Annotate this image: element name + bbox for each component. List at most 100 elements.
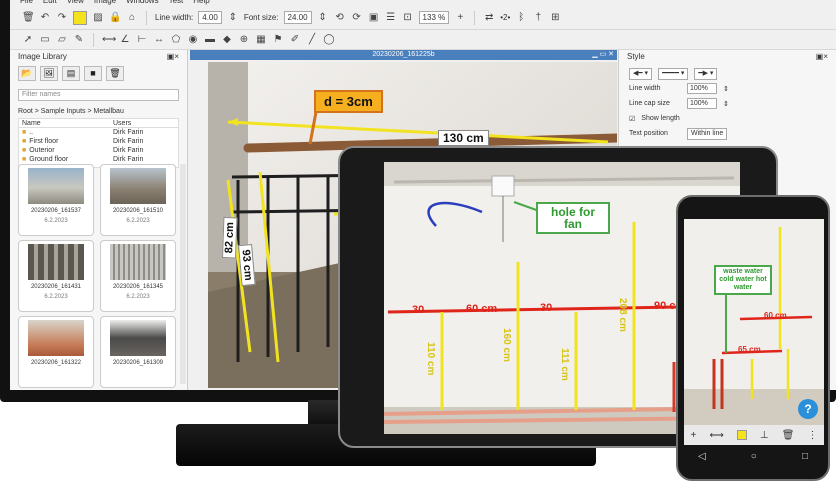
- no-fill-icon[interactable]: ▨: [92, 12, 104, 24]
- layer-indicator[interactable]: •2•: [500, 13, 510, 22]
- pencil-icon[interactable]: ✐: [289, 34, 301, 46]
- col-name-header[interactable]: Name: [19, 119, 113, 127]
- home-icon[interactable]: ○: [751, 451, 757, 462]
- dim-30-mid[interactable]: 30: [540, 302, 552, 314]
- undo-icon[interactable]: ↶: [39, 12, 51, 24]
- grid-icon[interactable]: ⊞: [549, 12, 561, 24]
- lock-icon[interactable]: 🔒: [109, 12, 121, 24]
- pin-icon[interactable]: †: [532, 12, 544, 24]
- measure-line-icon[interactable]: ⟷: [102, 34, 116, 46]
- zoom-fit-icon[interactable]: ⊡: [402, 12, 414, 24]
- spinner-icon[interactable]: ⇕: [723, 85, 729, 93]
- pointer-icon[interactable]: ➚: [22, 34, 34, 46]
- style-line-width-field[interactable]: 100%: [687, 83, 717, 94]
- tag-icon[interactable]: ⌂: [126, 12, 138, 24]
- panel-close-icon[interactable]: ▣×: [167, 52, 179, 61]
- polygon-icon[interactable]: ⬠: [170, 34, 182, 46]
- bluetooth-icon[interactable]: ᛒ: [515, 12, 527, 24]
- panel-close-icon[interactable]: ▣×: [816, 52, 828, 61]
- diameter-label[interactable]: d = 3cm: [314, 90, 383, 113]
- arrow-icon[interactable]: ↔: [153, 34, 165, 46]
- line-style-select[interactable]: ━━━━ ▾: [658, 67, 689, 80]
- show-length-checkbox[interactable]: ☑: [629, 115, 635, 123]
- measure-line-icon[interactable]: ⟷: [709, 430, 723, 441]
- length-label-left[interactable]: 82 cm: [222, 216, 238, 259]
- circle-tool-icon[interactable]: ◉: [187, 34, 199, 46]
- dim-30-left[interactable]: 30: [412, 304, 424, 316]
- hole-for-fan-label[interactable]: hole for fan: [536, 202, 610, 234]
- dim-111-cm[interactable]: 111 cm: [559, 348, 570, 381]
- redo-icon[interactable]: ↷: [56, 12, 68, 24]
- phone-screen[interactable]: waste water cold water hot water 60 cm 6…: [684, 219, 824, 445]
- dim-160-cm[interactable]: 160 cm: [501, 328, 512, 362]
- line-cap-field[interactable]: 100%: [687, 98, 717, 109]
- help-button[interactable]: ?: [798, 399, 818, 419]
- ellipse-icon[interactable]: ◯: [323, 34, 335, 46]
- length-label-top[interactable]: 130 cm: [438, 130, 489, 146]
- spinner-icon[interactable]: ⇕: [723, 100, 729, 108]
- thumbnail-card[interactable]: 20230206_161345 6.2.2023: [100, 240, 176, 312]
- filter-input[interactable]: Filter names: [18, 89, 179, 101]
- thumbnail-scrollbar[interactable]: [180, 164, 186, 384]
- list-item[interactable]: ■ Outerior Dirk Farin: [19, 146, 178, 155]
- gallery-icon[interactable]: ▤: [62, 66, 80, 81]
- thumbnail-card[interactable]: 20230206_161510 6.2.2023: [100, 164, 176, 236]
- spinner-icon[interactable]: ⇕: [317, 12, 329, 24]
- end-arrow-select[interactable]: ━▶ ▾: [694, 67, 718, 80]
- dim-208-cm[interactable]: 208 cm: [617, 298, 628, 332]
- phone-dim-65-cm[interactable]: 65 cm: [738, 345, 761, 354]
- thumbnail-card[interactable]: 20230206_161309: [100, 316, 176, 388]
- video-icon[interactable]: ■: [84, 66, 102, 81]
- image-icon[interactable]: ▣: [368, 12, 380, 24]
- line-icon[interactable]: ╱: [306, 34, 318, 46]
- line-width-field[interactable]: 4.00: [198, 11, 222, 24]
- thumbnail-card[interactable]: 20230206_161322: [18, 316, 94, 388]
- font-size-field[interactable]: 24.00: [283, 11, 312, 24]
- spinner-icon[interactable]: ⇕: [227, 12, 239, 24]
- add-image-icon[interactable]: 🖼: [40, 66, 58, 81]
- flag-icon[interactable]: ⚑: [272, 34, 284, 46]
- diamond-icon[interactable]: ◆: [221, 34, 233, 46]
- list-item[interactable]: ■ First floor Dirk Farin: [19, 137, 178, 146]
- start-arrow-select[interactable]: ◀━ ▾: [629, 67, 653, 80]
- link-icon[interactable]: ⇄: [483, 12, 495, 24]
- zoom-field[interactable]: 133 %: [418, 11, 450, 24]
- delete-icon[interactable]: 🗑: [106, 66, 124, 81]
- angle-icon[interactable]: ∠: [119, 34, 131, 46]
- dim-60-cm[interactable]: 60 cm: [466, 303, 497, 315]
- zoom-in-icon[interactable]: +: [454, 12, 466, 24]
- list-item-user: Dirk Farin: [113, 138, 144, 145]
- stamp-icon[interactable]: ⊥: [760, 430, 769, 441]
- window-controls[interactable]: ▁ ▭ ✕: [592, 50, 614, 60]
- target-icon[interactable]: ⊕: [238, 34, 250, 46]
- breadcrumb[interactable]: Root > Sample Inputs > Metallbau: [10, 105, 187, 118]
- water-pipes-label[interactable]: waste water cold water hot water: [714, 265, 772, 295]
- image-window-titlebar[interactable]: 20230206_161225b ▁ ▭ ✕: [190, 50, 617, 60]
- stack-icon[interactable]: ☰: [385, 12, 397, 24]
- add-icon[interactable]: +: [691, 430, 697, 441]
- rect-icon[interactable]: ▭: [39, 34, 51, 46]
- color-swatch[interactable]: [736, 430, 747, 440]
- camera-icon[interactable]: ▦: [255, 34, 267, 46]
- trash-icon[interactable]: 🗑: [782, 430, 795, 441]
- rotate-left-icon[interactable]: ⟲: [334, 12, 346, 24]
- ruler-icon[interactable]: ⊢: [136, 34, 148, 46]
- back-icon[interactable]: ◁: [698, 451, 706, 462]
- pen-icon[interactable]: ✎: [73, 34, 85, 46]
- more-icon[interactable]: ⋮: [807, 430, 817, 441]
- list-item[interactable]: ■ Ground floor Dirk Farin: [19, 155, 178, 164]
- thumbnail-card[interactable]: 20230206_161431 6.2.2023: [18, 240, 94, 312]
- trash-icon[interactable]: 🗑: [22, 12, 35, 24]
- col-users-header[interactable]: Users: [113, 119, 131, 127]
- dim-110-cm[interactable]: 110 cm: [425, 342, 436, 375]
- rotate-right-icon[interactable]: ⟳: [351, 12, 363, 24]
- text-position-select[interactable]: Within line: [687, 127, 728, 140]
- list-item[interactable]: ■.. Dirk Farin: [19, 128, 178, 137]
- thumbnail-card[interactable]: 20230206_161537 6.2.2023: [18, 164, 94, 236]
- open-folder-icon[interactable]: 📂: [18, 66, 36, 81]
- recents-icon[interactable]: □: [802, 451, 808, 462]
- box-icon[interactable]: ▬: [204, 34, 216, 46]
- phone-dim-60-cm[interactable]: 60 cm: [764, 311, 787, 320]
- color-swatch[interactable]: [73, 10, 87, 25]
- parallelogram-icon[interactable]: ▱: [56, 34, 68, 46]
